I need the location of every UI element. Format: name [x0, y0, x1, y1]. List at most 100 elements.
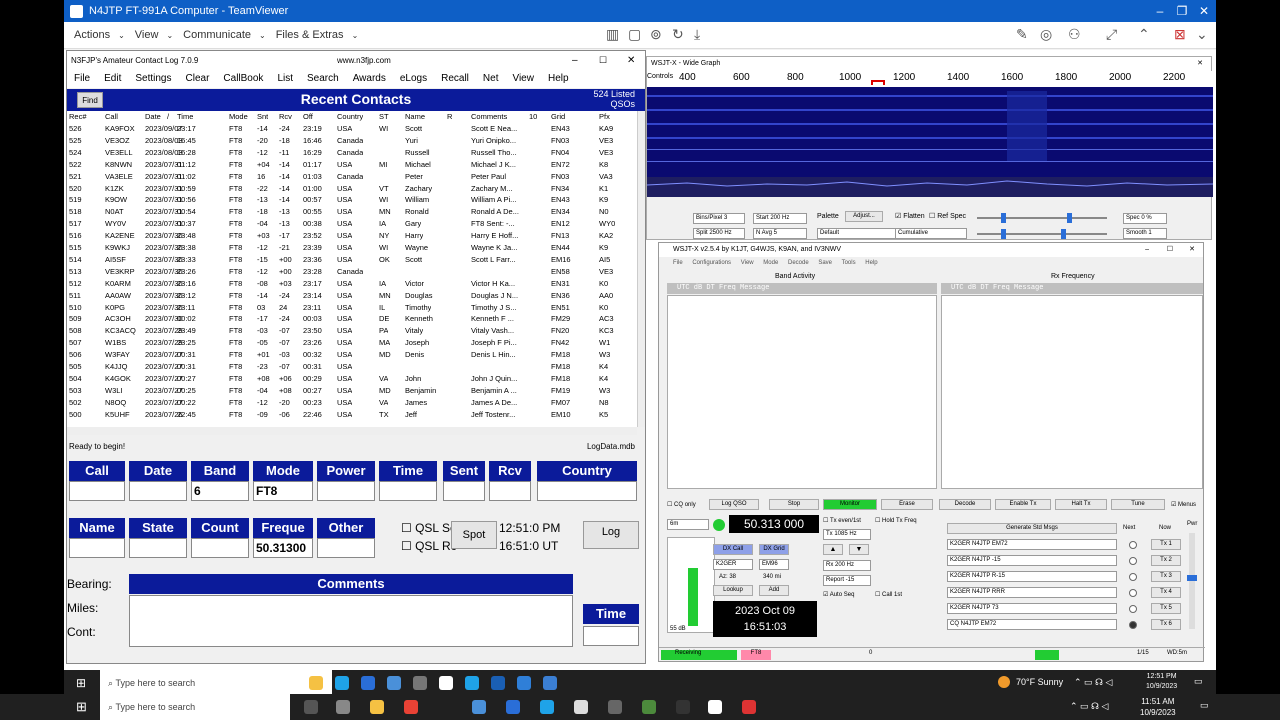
remote-icon[interactable]: ⊚ [650, 26, 662, 43]
table-row[interactable]: 526 KA9FOX 2023/09/07 23:17 FT8 -14 -24 23:19 US… [67, 123, 637, 135]
next-radio[interactable] [1129, 557, 1137, 565]
menu-file[interactable]: File [74, 73, 90, 84]
down-arrow-icon[interactable]: ▼ [849, 544, 869, 555]
menu-file[interactable]: File [673, 260, 683, 266]
table-row[interactable]: 516 KA2ENE 2023/07/30 23:48 FT8 +03 -17 23:52 US… [67, 230, 637, 242]
other-field[interactable] [317, 538, 375, 558]
camera-icon[interactable]: ◎ [1040, 26, 1052, 43]
app-icon[interactable] [413, 676, 427, 690]
time-off-field[interactable] [583, 626, 639, 646]
table-row[interactable]: 520 K1ZK 2023/07/31 00:59 FT8 -22 -14 01:00 USA V… [67, 183, 637, 195]
palette-select[interactable]: Default [817, 228, 897, 239]
menu-edit[interactable]: Edit [104, 73, 121, 84]
app2-icon[interactable] [574, 700, 588, 714]
log-app-icon[interactable] [491, 676, 505, 690]
end-session-icon[interactable]: ⊠ [1174, 26, 1186, 43]
chrome-icon[interactable] [517, 676, 531, 690]
rx-frequency-panel[interactable] [941, 295, 1203, 489]
table-row[interactable]: 509 AC3OH 2023/07/30 00:02 FT8 -17 -24 00:03 USA… [67, 313, 637, 325]
cq-only-checkbox[interactable]: ☐ CQ only [667, 501, 696, 508]
tx-message-field[interactable]: K2GER N4JTP R-15 [947, 571, 1117, 582]
table-row[interactable]: 510 K0PG 2023/07/30 23:11 FT8 03 24 23:11 USA IL T… [67, 302, 637, 314]
ref-spec-checkbox[interactable]: ☐ Ref Spec [929, 212, 966, 220]
collapse-icon[interactable]: ⌃ [1138, 26, 1150, 43]
spec-spinner[interactable]: Spec 0 % [1123, 213, 1167, 224]
tx-now-button[interactable]: Tx 5 [1151, 603, 1181, 614]
table-row[interactable]: 503 W3LI 2023/07/27 00:25 FT8 -04 +08 00:27 USA M… [67, 385, 637, 397]
device-icon[interactable]: ▢ [628, 26, 641, 43]
log-qso-button[interactable]: Log QSO [709, 499, 759, 510]
menu-save[interactable]: Save [818, 260, 832, 266]
menu-configurations[interactable]: Configurations [692, 260, 731, 266]
menu-files-extras[interactable]: Files & Extras [276, 29, 344, 41]
report-spinner[interactable]: Report -15 [823, 575, 871, 586]
contacts-table[interactable]: Rec# Call Date / Time Mode Snt Rcv Off C… [67, 111, 637, 427]
split-spinner[interactable]: Split 2500 Hz [693, 228, 745, 239]
maximize-icon[interactable]: ☐ [599, 55, 607, 66]
file-explorer-icon[interactable] [309, 676, 323, 690]
tx-message-field[interactable]: K2GER N4JTP EM72 [947, 539, 1117, 550]
next-radio[interactable] [1129, 621, 1137, 629]
qsl-sent-checkbox[interactable]: ☐ QSL Se [401, 521, 457, 535]
decode-button[interactable]: Decode [939, 499, 991, 510]
county-select[interactable] [191, 538, 249, 558]
next-radio[interactable] [1129, 573, 1137, 581]
band-activity-panel[interactable] [667, 295, 937, 489]
table-row[interactable]: 517 WY0V 2023/07/31 00:37 FT8 -04 -13 00:38 USA I… [67, 218, 637, 230]
tx-now-button[interactable]: Tx 1 [1151, 539, 1181, 550]
table-row[interactable]: 521 VA3ELE 2023/07/31 01:02 FT8 16 -14 01:03 Can… [67, 171, 637, 183]
rx-frequency-marker[interactable] [871, 80, 885, 85]
table-row[interactable]: 518 N0AT 2023/07/31 00:54 FT8 -18 -13 00:55 USA M… [67, 206, 637, 218]
file-explorer-icon[interactable] [370, 700, 384, 714]
whiteboard-icon[interactable]: ✎ [1016, 26, 1028, 43]
settings-icon[interactable] [543, 676, 557, 690]
time-field[interactable] [379, 481, 437, 501]
chrome-icon[interactable] [404, 700, 418, 714]
windows-start-icon[interactable]: ⊞ [76, 699, 87, 715]
menus-checkbox[interactable]: ☑ Menus [1171, 501, 1196, 508]
notification-icon[interactable]: ▭ [1200, 700, 1209, 711]
enable-tx-button[interactable]: Enable Tx [995, 499, 1051, 510]
menu-list[interactable]: List [277, 73, 293, 84]
band-select[interactable]: 6 [191, 481, 249, 501]
table-row[interactable]: 507 W1BS 2023/07/29 23:25 FT8 -05 -07 23:26 USA M… [67, 337, 637, 349]
comments-field[interactable] [129, 595, 573, 647]
store-icon[interactable] [361, 676, 375, 690]
monitor-button[interactable]: Monitor [823, 499, 877, 510]
power-slider[interactable] [1187, 533, 1197, 629]
menu-communicate[interactable]: Communicate [183, 29, 251, 41]
tray-icons[interactable]: ⌃ ▭ ☊ ◁ [1070, 701, 1108, 712]
n-avg-spinner[interactable]: N Avg 5 [753, 228, 807, 239]
windows-start-icon[interactable]: ⊞ [76, 676, 86, 690]
table-row[interactable]: 502 N8OQ 2023/07/27 00:22 FT8 -12 -20 00:23 USA V… [67, 397, 637, 409]
task-view-icon[interactable] [304, 700, 318, 714]
app4-icon[interactable] [642, 700, 656, 714]
name-field[interactable] [69, 538, 125, 558]
app3-icon[interactable] [608, 700, 622, 714]
generate-std-msgs-button[interactable]: Generate Std Msgs [947, 523, 1117, 534]
next-radio[interactable] [1129, 605, 1137, 613]
edge-icon[interactable] [540, 700, 554, 714]
tx-now-button[interactable]: Tx 2 [1151, 555, 1181, 566]
menu-clear[interactable]: Clear [186, 73, 210, 84]
lookup-button[interactable]: Lookup [713, 585, 753, 596]
weather-text[interactable]: 70°F Sunny [1016, 677, 1063, 687]
fullscreen-icon[interactable]: ⤢ [1106, 26, 1117, 43]
close-icon[interactable]: ✕ [1189, 243, 1195, 257]
minimize-icon[interactable]: – [1148, 0, 1172, 22]
next-radio[interactable] [1129, 541, 1137, 549]
close-icon[interactable]: ✕ [1197, 57, 1203, 71]
mode-select[interactable]: FT8 [253, 481, 313, 501]
table-row[interactable]: 505 K4JJQ 2023/07/27 00:31 FT8 -23 -07 00:31 USA… [67, 361, 637, 373]
table-horizontal-scrollbar[interactable] [67, 427, 637, 435]
call-field[interactable] [69, 481, 125, 501]
menu-decode[interactable]: Decode [788, 260, 809, 266]
table-row[interactable]: 512 K0ARM 2023/07/30 23:16 FT8 -08 +03 23:17 USA… [67, 278, 637, 290]
table-row[interactable]: 508 KC3ACQ 2023/07/29 23:49 FT8 -03 -07 23:50 US… [67, 325, 637, 337]
frequency-field[interactable]: 50.31300 [253, 538, 313, 558]
menu-view[interactable]: View [135, 29, 159, 41]
close-icon[interactable]: ✕ [1192, 0, 1216, 22]
menu-tools[interactable]: Tools [842, 260, 856, 266]
table-row[interactable]: 522 K8NWN 2023/07/31 01:12 FT8 +04 -14 01:17 USA… [67, 159, 637, 171]
remote-search-box[interactable]: ⌕ Type here to search [100, 670, 332, 696]
